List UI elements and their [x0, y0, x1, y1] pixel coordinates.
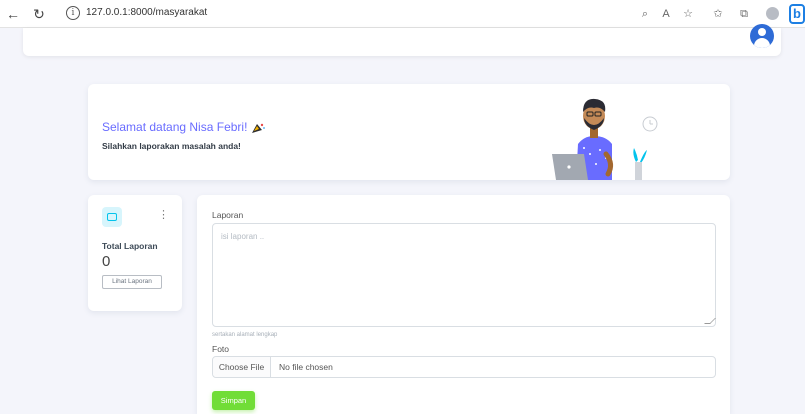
- favorites-bar-icon[interactable]: ✩: [710, 6, 726, 22]
- total-laporan-card: ⋮ Total Laporan 0 Lihat Laporan: [88, 195, 182, 311]
- zoom-icon[interactable]: ⌕: [637, 6, 653, 22]
- choose-file-button[interactable]: Choose File: [213, 357, 271, 377]
- total-laporan-label: Total Laporan: [102, 241, 158, 251]
- back-icon[interactable]: ←: [4, 5, 22, 23]
- laporan-textarea[interactable]: [212, 223, 716, 327]
- lihat-laporan-button[interactable]: Lihat Laporan: [102, 275, 162, 289]
- file-status-text: No file chosen: [279, 362, 333, 372]
- collections-icon[interactable]: ⧉: [736, 6, 752, 22]
- wallet-icon: [102, 207, 122, 227]
- user-avatar[interactable]: [750, 24, 774, 48]
- user-body-shape: [754, 38, 770, 48]
- address-bar[interactable]: 127.0.0.1:8000/masyarakat: [86, 7, 207, 18]
- foto-label: Foto: [212, 344, 230, 354]
- welcome-subtitle: Silahkan laporakan masalah anda!: [102, 141, 241, 151]
- party-popper-icon: [251, 122, 265, 134]
- profile-icon[interactable]: [766, 7, 779, 20]
- man-with-laptop-illustration: [552, 98, 658, 180]
- laporan-label: Laporan: [212, 210, 244, 220]
- favorite-icon[interactable]: ☆: [680, 6, 696, 22]
- laporan-hint: sertakan alamat lengkap: [212, 332, 278, 338]
- reload-icon[interactable]: ↻: [30, 5, 48, 23]
- user-head-shape: [758, 28, 766, 36]
- foto-file-input[interactable]: Choose File No file chosen: [212, 356, 716, 378]
- app-navbar: [23, 28, 781, 56]
- bing-icon[interactable]: b: [789, 4, 805, 24]
- more-options-icon[interactable]: ⋮: [158, 208, 169, 222]
- read-aloud-icon[interactable]: A: [658, 6, 674, 22]
- laporan-form-card: Laporan sertakan alamat lengkap Foto Cho…: [197, 195, 730, 414]
- browser-toolbar: ← ↻ i 127.0.0.1:8000/masyarakat ⌕ A ☆ ✩ …: [0, 0, 805, 28]
- welcome-title-row: Selamat datang Nisa Febri!: [102, 120, 265, 134]
- simpan-button[interactable]: Simpan: [212, 391, 255, 410]
- welcome-title: Selamat datang Nisa Febri!: [102, 120, 248, 134]
- site-info-icon[interactable]: i: [66, 6, 80, 20]
- total-laporan-count: 0: [102, 253, 111, 270]
- welcome-card: Selamat datang Nisa Febri! Silahkan lapo…: [88, 84, 730, 180]
